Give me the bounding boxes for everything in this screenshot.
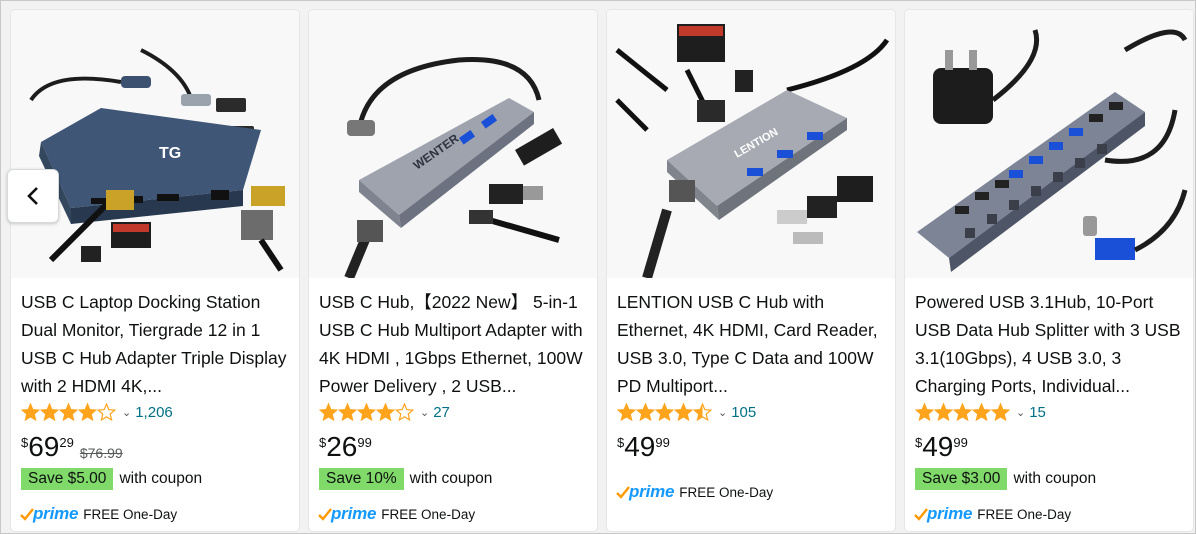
- brand-logo-text: TG: [159, 145, 181, 162]
- product-title-link[interactable]: USB C Laptop Docking Station Dual Monito…: [21, 288, 293, 400]
- rating-row[interactable]: ⌄ 27: [319, 402, 450, 422]
- delivery-text: FREE One-Day: [679, 484, 774, 500]
- rating-count-link[interactable]: 1,206: [135, 404, 173, 421]
- chevron-down-icon[interactable]: ⌄: [420, 406, 429, 419]
- star-rating[interactable]: [319, 403, 414, 421]
- price: $ 69 29 $76.99: [21, 432, 123, 462]
- coupon-badge[interactable]: Save $5.00: [21, 468, 114, 490]
- product-image[interactable]: LENTION: [607, 10, 895, 278]
- price: $ 49 99: [915, 432, 968, 462]
- rating-count-link[interactable]: 105: [731, 404, 756, 421]
- price: $ 26 99: [319, 432, 372, 462]
- star-full-icon: [972, 403, 991, 421]
- star-full-icon: [991, 403, 1010, 421]
- star-full-icon: [40, 403, 59, 421]
- prime-delivery: prime FREE One-Day: [615, 482, 773, 502]
- star-rating[interactable]: [915, 403, 1010, 421]
- star-empty-icon: [395, 403, 414, 421]
- prime-logo: prime: [317, 504, 376, 524]
- prime-delivery: prime FREE One-Day: [317, 504, 475, 524]
- coupon-row[interactable]: Save 10% with coupon: [319, 468, 492, 490]
- price-whole: 49: [624, 431, 656, 462]
- coupon-row[interactable]: Save $5.00 with coupon: [21, 468, 202, 490]
- price-whole: 26: [326, 431, 358, 462]
- carousel-prev-button[interactable]: [7, 169, 59, 223]
- chevron-down-icon[interactable]: ⌄: [122, 406, 131, 419]
- carousel: TG USB C Laptop Docking Station Dual Mon…: [0, 0, 1196, 534]
- rating-count-link[interactable]: 15: [1029, 404, 1046, 421]
- list-price: $76.99: [79, 445, 123, 461]
- delivery-text: FREE One-Day: [977, 506, 1072, 522]
- product-card[interactable]: TG USB C Laptop Docking Station Dual Mon…: [11, 10, 299, 531]
- price-fraction: 29: [59, 435, 74, 450]
- star-full-icon: [655, 403, 674, 421]
- product-title-link[interactable]: USB C Hub,【2022 New】 5-in-1 USB C Hub Mu…: [319, 288, 591, 400]
- coupon-row[interactable]: Save $3.00 with coupon: [915, 468, 1096, 490]
- price-symbol: $: [319, 435, 327, 450]
- star-full-icon: [357, 403, 376, 421]
- chevron-down-icon[interactable]: ⌄: [718, 406, 727, 419]
- prime-logo: prime: [913, 504, 972, 524]
- star-empty-icon: [97, 403, 116, 421]
- chevron-down-icon[interactable]: ⌄: [1016, 406, 1025, 419]
- chevron-left-icon: [27, 187, 38, 205]
- star-rating[interactable]: [21, 403, 116, 421]
- star-full-icon: [934, 403, 953, 421]
- prime-logo: prime: [19, 504, 78, 524]
- coupon-text: with coupon: [409, 470, 493, 487]
- star-rating[interactable]: [617, 403, 712, 421]
- price-symbol: $: [21, 435, 29, 450]
- price-fraction: 99: [357, 435, 372, 450]
- coupon-badge[interactable]: Save $3.00: [915, 468, 1008, 490]
- coupon-text: with coupon: [1013, 470, 1097, 487]
- delivery-text: FREE One-Day: [381, 506, 476, 522]
- rating-count-link[interactable]: 27: [433, 404, 450, 421]
- product-card[interactable]: LENTION LENTION USB C Hub with Ethernet,…: [607, 10, 895, 531]
- star-full-icon: [59, 403, 78, 421]
- price-fraction: 99: [953, 435, 968, 450]
- star-full-icon: [674, 403, 693, 421]
- star-full-icon: [338, 403, 357, 421]
- prime-word: prime: [927, 504, 973, 523]
- star-full-icon: [636, 403, 655, 421]
- product-title-link[interactable]: Powered USB 3.1Hub, 10-Port USB Data Hub…: [915, 288, 1187, 400]
- price-whole: 49: [922, 431, 954, 462]
- star-full-icon: [319, 403, 338, 421]
- rating-row[interactable]: ⌄ 1,206: [21, 402, 173, 422]
- prime-word: prime: [33, 504, 79, 523]
- price: $ 49 99: [617, 432, 670, 462]
- product-image[interactable]: [905, 10, 1193, 278]
- rating-row[interactable]: ⌄ 105: [617, 402, 756, 422]
- star-half-icon: [693, 403, 712, 421]
- prime-delivery: prime FREE One-Day: [913, 504, 1071, 524]
- price-symbol: $: [915, 435, 923, 450]
- product-card[interactable]: WENTER USB C Hub,【2022 New】 5-in-1 USB C…: [309, 10, 597, 531]
- prime-word: prime: [629, 482, 675, 501]
- star-full-icon: [953, 403, 972, 421]
- star-full-icon: [915, 403, 934, 421]
- star-full-icon: [376, 403, 395, 421]
- rating-row[interactable]: ⌄ 15: [915, 402, 1046, 422]
- product-image[interactable]: TG: [11, 10, 299, 278]
- product-card[interactable]: Powered USB 3.1Hub, 10-Port USB Data Hub…: [905, 10, 1193, 531]
- coupon-badge[interactable]: Save 10%: [319, 468, 404, 490]
- star-full-icon: [617, 403, 636, 421]
- coupon-text: with coupon: [119, 470, 203, 487]
- star-full-icon: [78, 403, 97, 421]
- price-whole: 69: [28, 431, 60, 462]
- product-image[interactable]: WENTER: [309, 10, 597, 278]
- prime-word: prime: [331, 504, 377, 523]
- product-title-link[interactable]: LENTION USB C Hub with Ethernet, 4K HDMI…: [617, 288, 889, 400]
- prime-delivery: prime FREE One-Day: [19, 504, 177, 524]
- price-fraction: 99: [655, 435, 670, 450]
- delivery-text: FREE One-Day: [83, 506, 178, 522]
- price-symbol: $: [617, 435, 625, 450]
- prime-logo: prime: [615, 482, 674, 502]
- star-full-icon: [21, 403, 40, 421]
